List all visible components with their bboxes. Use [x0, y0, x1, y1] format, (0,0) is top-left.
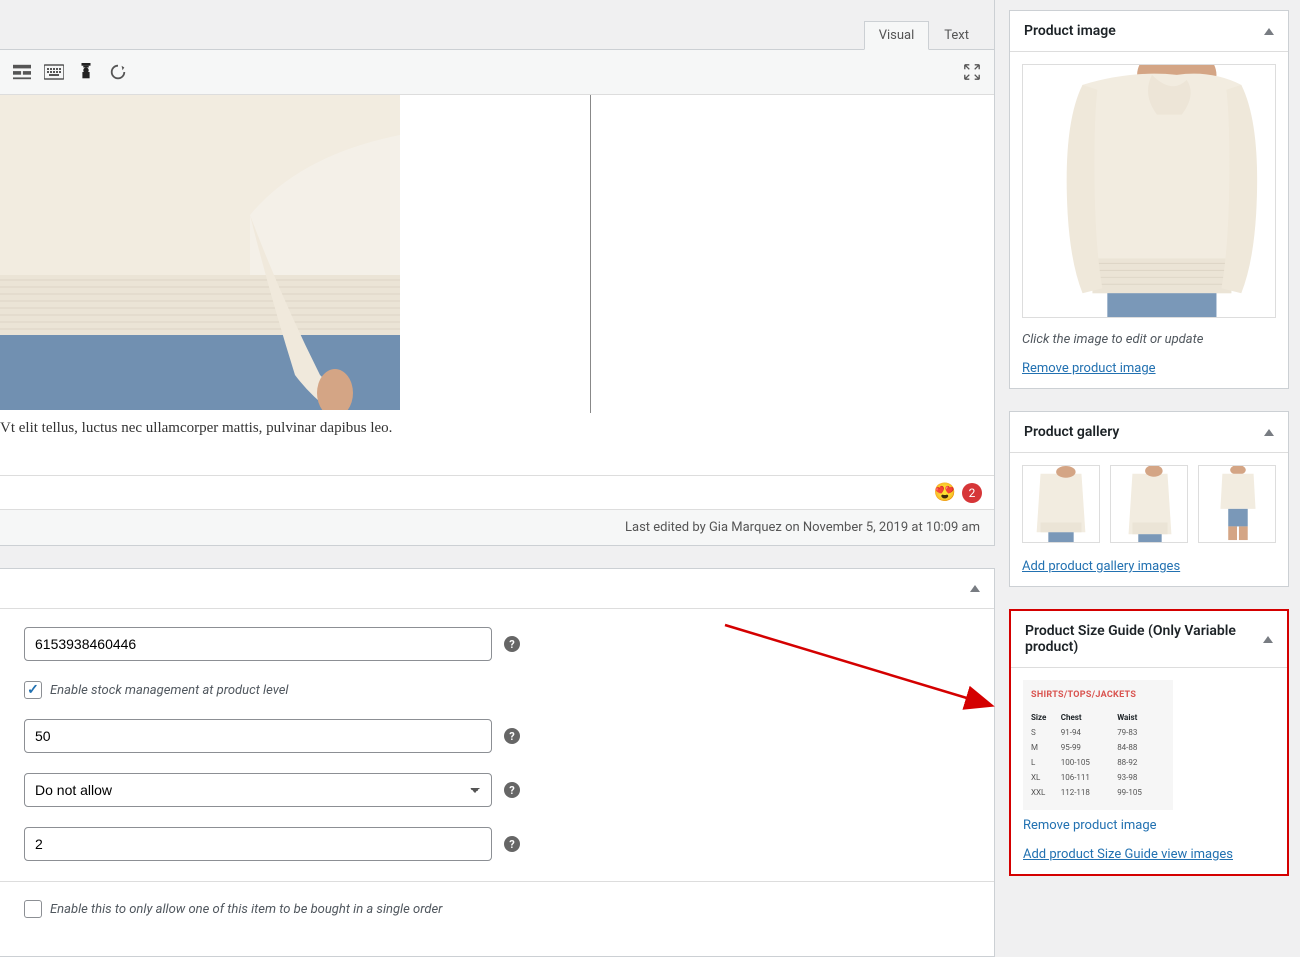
- collapse-icon[interactable]: [1264, 28, 1274, 35]
- gallery-thumb[interactable]: [1198, 465, 1276, 543]
- editor-content[interactable]: Vt elit tellus, luctus nec ullamcorper m…: [0, 95, 994, 475]
- remove-size-guide-link[interactable]: Remove product image: [1023, 818, 1157, 833]
- person-icon[interactable]: [74, 60, 98, 84]
- count-badge: 2: [962, 483, 982, 503]
- gallery-thumb[interactable]: [1110, 465, 1188, 543]
- keyboard-icon[interactable]: [42, 60, 66, 84]
- collapse-icon[interactable]: [970, 585, 980, 592]
- size-guide-thumb[interactable]: SHIRTS/TOPS/JACKETS SizeChestWaist S91-9…: [1023, 680, 1173, 810]
- stock-mgmt-label: Enable stock management at product level: [50, 683, 288, 698]
- sold-individually-label: Enable this to only allow one of this it…: [50, 902, 442, 917]
- gallery-thumb[interactable]: [1022, 465, 1100, 543]
- sold-individually-checkbox[interactable]: [24, 900, 42, 918]
- size-guide-title: Product Size Guide (Only Variable produc…: [1025, 623, 1263, 655]
- backorder-select[interactable]: Do not allow: [24, 773, 492, 807]
- size-chart-table: SizeChestWaist S91-9479-83M95-9984-88L10…: [1031, 710, 1165, 800]
- collapse-icon[interactable]: [1263, 636, 1273, 643]
- chart-title: SHIRTS/TOPS/JACKETS: [1031, 690, 1165, 700]
- editor-text: Vt elit tellus, luctus nec ullamcorper m…: [0, 410, 994, 449]
- emoji-bar: 😍 2: [0, 475, 994, 509]
- product-image-caption: Click the image to edit or update: [1022, 332, 1276, 347]
- tab-visual[interactable]: Visual: [864, 21, 930, 50]
- product-image-title: Product image: [1024, 23, 1116, 39]
- editor-tabs: Visual Text: [0, 0, 994, 50]
- product-image-metabox: Product image Click the image to edit or…: [1009, 10, 1289, 389]
- product-image-thumb[interactable]: [1022, 64, 1276, 318]
- product-data-metabox: ? Enable stock management at product lev…: [0, 568, 995, 957]
- refresh-icon[interactable]: [106, 60, 130, 84]
- heart-eyes-emoji[interactable]: 😍: [934, 482, 956, 503]
- help-icon[interactable]: ?: [504, 728, 520, 744]
- help-icon[interactable]: ?: [504, 782, 520, 798]
- product-gallery-metabox: Product gallery Add product gallery imag…: [1009, 411, 1289, 587]
- add-gallery-images-link[interactable]: Add product gallery images: [1022, 559, 1180, 574]
- add-size-guide-link[interactable]: Add product Size Guide view images: [1023, 847, 1233, 862]
- help-icon[interactable]: ?: [504, 636, 520, 652]
- low-stock-input[interactable]: [24, 827, 492, 861]
- collapse-icon[interactable]: [1264, 429, 1274, 436]
- product-gallery-title: Product gallery: [1024, 424, 1119, 440]
- editor-toolbar: [0, 50, 994, 95]
- stock-mgmt-checkbox[interactable]: [24, 681, 42, 699]
- content-product-image[interactable]: [0, 95, 400, 410]
- sku-input[interactable]: [24, 627, 492, 661]
- fullscreen-icon[interactable]: [960, 60, 984, 84]
- remove-product-image-link[interactable]: Remove product image: [1022, 361, 1156, 376]
- last-edited-text: Last edited by Gia Marquez on November 5…: [0, 509, 994, 545]
- block-icon[interactable]: [10, 60, 34, 84]
- stock-qty-input[interactable]: [24, 719, 492, 753]
- tab-text[interactable]: Text: [929, 21, 984, 50]
- size-guide-metabox: Product Size Guide (Only Variable produc…: [1009, 609, 1289, 876]
- help-icon[interactable]: ?: [504, 836, 520, 852]
